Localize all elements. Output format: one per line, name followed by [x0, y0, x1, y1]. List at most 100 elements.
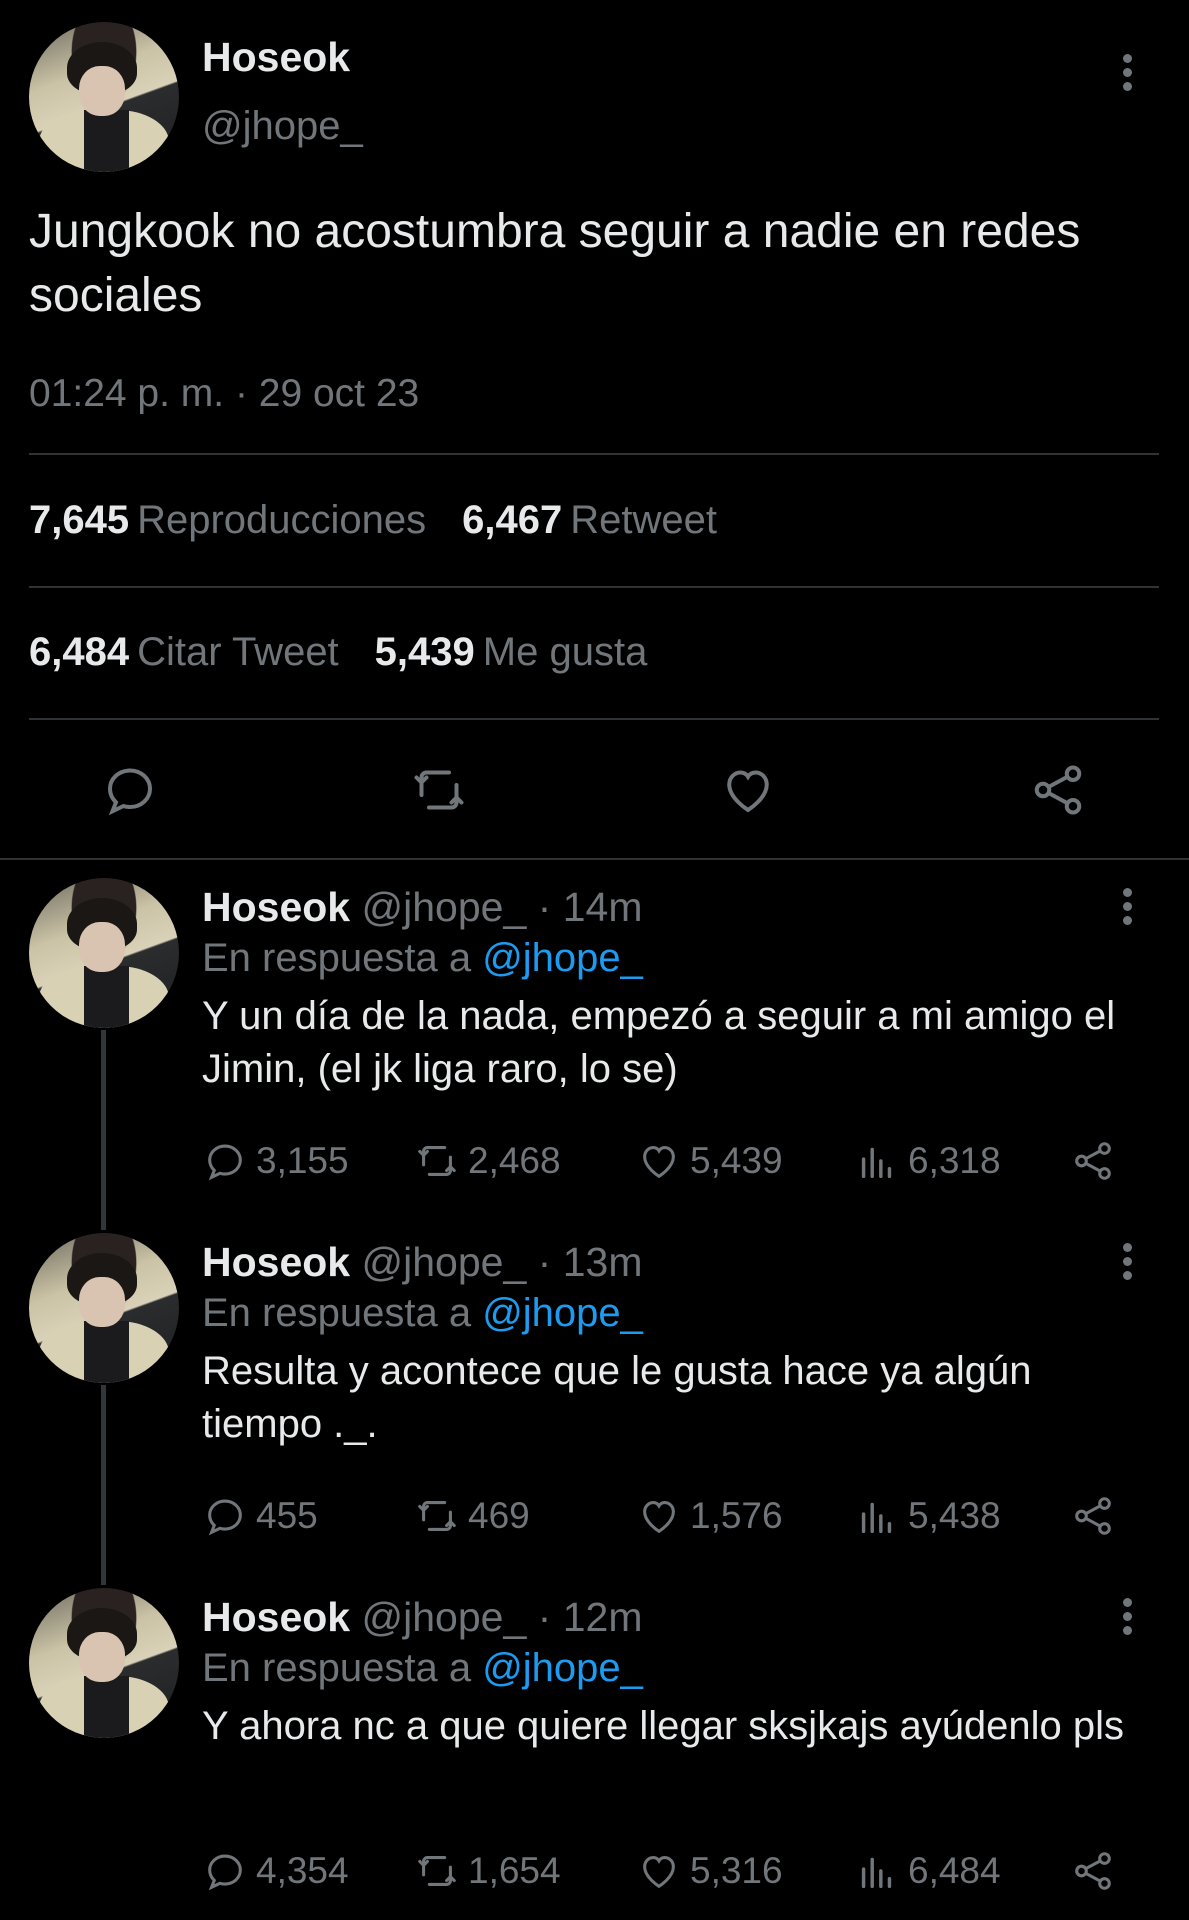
retweets-count[interactable]: 6,467	[462, 498, 562, 542]
divider	[29, 586, 1159, 588]
likes-count[interactable]: 5,439	[375, 630, 475, 674]
retweet-icon	[418, 1501, 456, 1531]
author-handle[interactable]: @jhope_	[362, 1594, 527, 1640]
retweet-count: 469	[468, 1495, 530, 1536]
views-button[interactable]: 6,484	[854, 1846, 1001, 1896]
retweet-icon	[418, 1146, 456, 1176]
share-icon	[1075, 1142, 1111, 1180]
reply-tweet[interactable]: Hoseok @jhope_ · 13m En respuesta a @jho…	[0, 1233, 1189, 1588]
reply-time[interactable]: · 13m	[538, 1239, 643, 1285]
reply-actions: 3,155 2,468 5,439 6,318	[202, 1136, 1122, 1186]
retweet-button[interactable]: 469	[414, 1491, 530, 1541]
share-icon[interactable]	[1028, 760, 1088, 820]
reply-count: 455	[256, 1495, 318, 1536]
reply-header: Hoseok @jhope_ · 13m	[202, 1239, 642, 1286]
in-reply-handle[interactable]: @jhope_	[482, 1291, 643, 1335]
divider	[29, 453, 1159, 455]
quotes-count[interactable]: 6,484	[29, 630, 129, 674]
reply-icon[interactable]	[100, 760, 160, 820]
in-reply-handle[interactable]: @jhope_	[482, 1646, 643, 1690]
retweet-button[interactable]: 1,654	[414, 1846, 561, 1896]
in-reply-label: En respuesta a	[202, 1646, 472, 1690]
share-button[interactable]	[1070, 1136, 1124, 1186]
in-reply-to: En respuesta a @jhope_	[202, 1291, 643, 1336]
in-reply-handle[interactable]: @jhope_	[482, 936, 643, 980]
like-count: 1,576	[690, 1495, 783, 1536]
reply-header: Hoseok @jhope_ · 14m	[202, 884, 642, 931]
like-count: 5,439	[690, 1140, 783, 1181]
views-count: 6,484	[908, 1850, 1001, 1891]
reply-time[interactable]: · 14m	[538, 884, 643, 930]
views-label[interactable]: Reproducciones	[137, 498, 426, 542]
more-icon[interactable]	[1121, 54, 1133, 94]
avatar[interactable]	[29, 1233, 179, 1383]
retweet-button[interactable]: 2,468	[414, 1136, 561, 1186]
avatar[interactable]	[29, 878, 179, 1028]
tweet-text: Jungkook no acostumbra seguir a nadie en…	[29, 205, 1081, 322]
stats-row-2: 6,484 Citar Tweet 5,439 Me gusta	[29, 630, 683, 675]
author-handle[interactable]: @jhope_	[202, 104, 363, 149]
views-icon	[861, 1147, 892, 1179]
views-button[interactable]: 6,318	[854, 1136, 1001, 1186]
share-button[interactable]	[1070, 1846, 1124, 1896]
like-button[interactable]: 5,439	[636, 1136, 783, 1186]
reply-actions: 4,354 1,654 5,316 6,484	[202, 1846, 1122, 1896]
reply-count: 4,354	[256, 1850, 349, 1891]
reply-header: Hoseok @jhope_ · 12m	[202, 1594, 642, 1641]
like-icon	[643, 1146, 675, 1179]
more-icon[interactable]	[1121, 1243, 1133, 1283]
reply-text: Resulta y acontece que le gusta hace ya …	[202, 1349, 1032, 1446]
like-count: 5,316	[690, 1850, 783, 1891]
tweet-timestamp[interactable]: 01:24 p. m. · 29 oct 23	[29, 372, 419, 416]
avatar[interactable]	[29, 1588, 179, 1738]
reply-tweet[interactable]: Hoseok @jhope_ · 14m En respuesta a @jho…	[0, 878, 1189, 1233]
like-button[interactable]: 5,316	[636, 1846, 783, 1896]
author-handle[interactable]: @jhope_	[362, 884, 527, 930]
views-count: 6,318	[908, 1140, 1001, 1181]
reply-time[interactable]: · 12m	[538, 1594, 643, 1640]
section-divider	[0, 858, 1189, 860]
more-icon[interactable]	[1121, 1598, 1133, 1638]
like-button[interactable]: 1,576	[636, 1491, 783, 1541]
retweet-count: 2,468	[468, 1140, 561, 1181]
views-count[interactable]: 7,645	[29, 498, 129, 542]
share-icon	[1075, 1497, 1111, 1535]
views-count: 5,438	[908, 1495, 1001, 1536]
reply-button[interactable]: 4,354	[202, 1846, 349, 1896]
author-name[interactable]: Hoseok	[202, 1239, 350, 1285]
reply-text: Y ahora nc a que quiere llegar sksjkajs …	[202, 1704, 1125, 1748]
reply-icon	[208, 1499, 242, 1536]
in-reply-to: En respuesta a @jhope_	[202, 936, 643, 981]
like-icon	[643, 1856, 675, 1889]
views-button[interactable]: 5,438	[854, 1491, 1001, 1541]
divider	[29, 718, 1159, 720]
in-reply-label: En respuesta a	[202, 936, 472, 980]
avatar[interactable]	[29, 22, 179, 172]
retweets-label[interactable]: Retweet	[570, 498, 717, 542]
in-reply-to: En respuesta a @jhope_	[202, 1646, 643, 1691]
author-name[interactable]: Hoseok	[202, 34, 350, 81]
reply-button[interactable]: 455	[202, 1491, 318, 1541]
quotes-label[interactable]: Citar Tweet	[137, 630, 339, 674]
views-icon	[861, 1857, 892, 1889]
stats-row-1: 7,645 Reproducciones 6,467 Retweet	[29, 498, 753, 543]
like-icon[interactable]	[718, 760, 778, 820]
views-icon	[861, 1502, 892, 1534]
share-button[interactable]	[1070, 1491, 1124, 1541]
retweet-count: 1,654	[468, 1850, 561, 1891]
more-icon[interactable]	[1121, 888, 1133, 928]
retweet-icon[interactable]	[409, 760, 469, 820]
likes-label[interactable]: Me gusta	[483, 630, 648, 674]
reply-icon	[208, 1854, 242, 1891]
author-name[interactable]: Hoseok	[202, 884, 350, 930]
author-name[interactable]: Hoseok	[202, 1594, 350, 1640]
share-icon	[1075, 1852, 1111, 1890]
main-tweet: Hoseok @jhope_ Jungkook no acostumbra se…	[0, 0, 1189, 858]
reply-tweet[interactable]: Hoseok @jhope_ · 12m En respuesta a @jho…	[0, 1588, 1189, 1920]
reply-text: Y un día de la nada, empezó a seguir a m…	[202, 994, 1116, 1091]
reply-count: 3,155	[256, 1140, 349, 1181]
reply-button[interactable]: 3,155	[202, 1136, 349, 1186]
author-handle[interactable]: @jhope_	[362, 1239, 527, 1285]
in-reply-label: En respuesta a	[202, 1291, 472, 1335]
like-icon	[643, 1501, 675, 1534]
